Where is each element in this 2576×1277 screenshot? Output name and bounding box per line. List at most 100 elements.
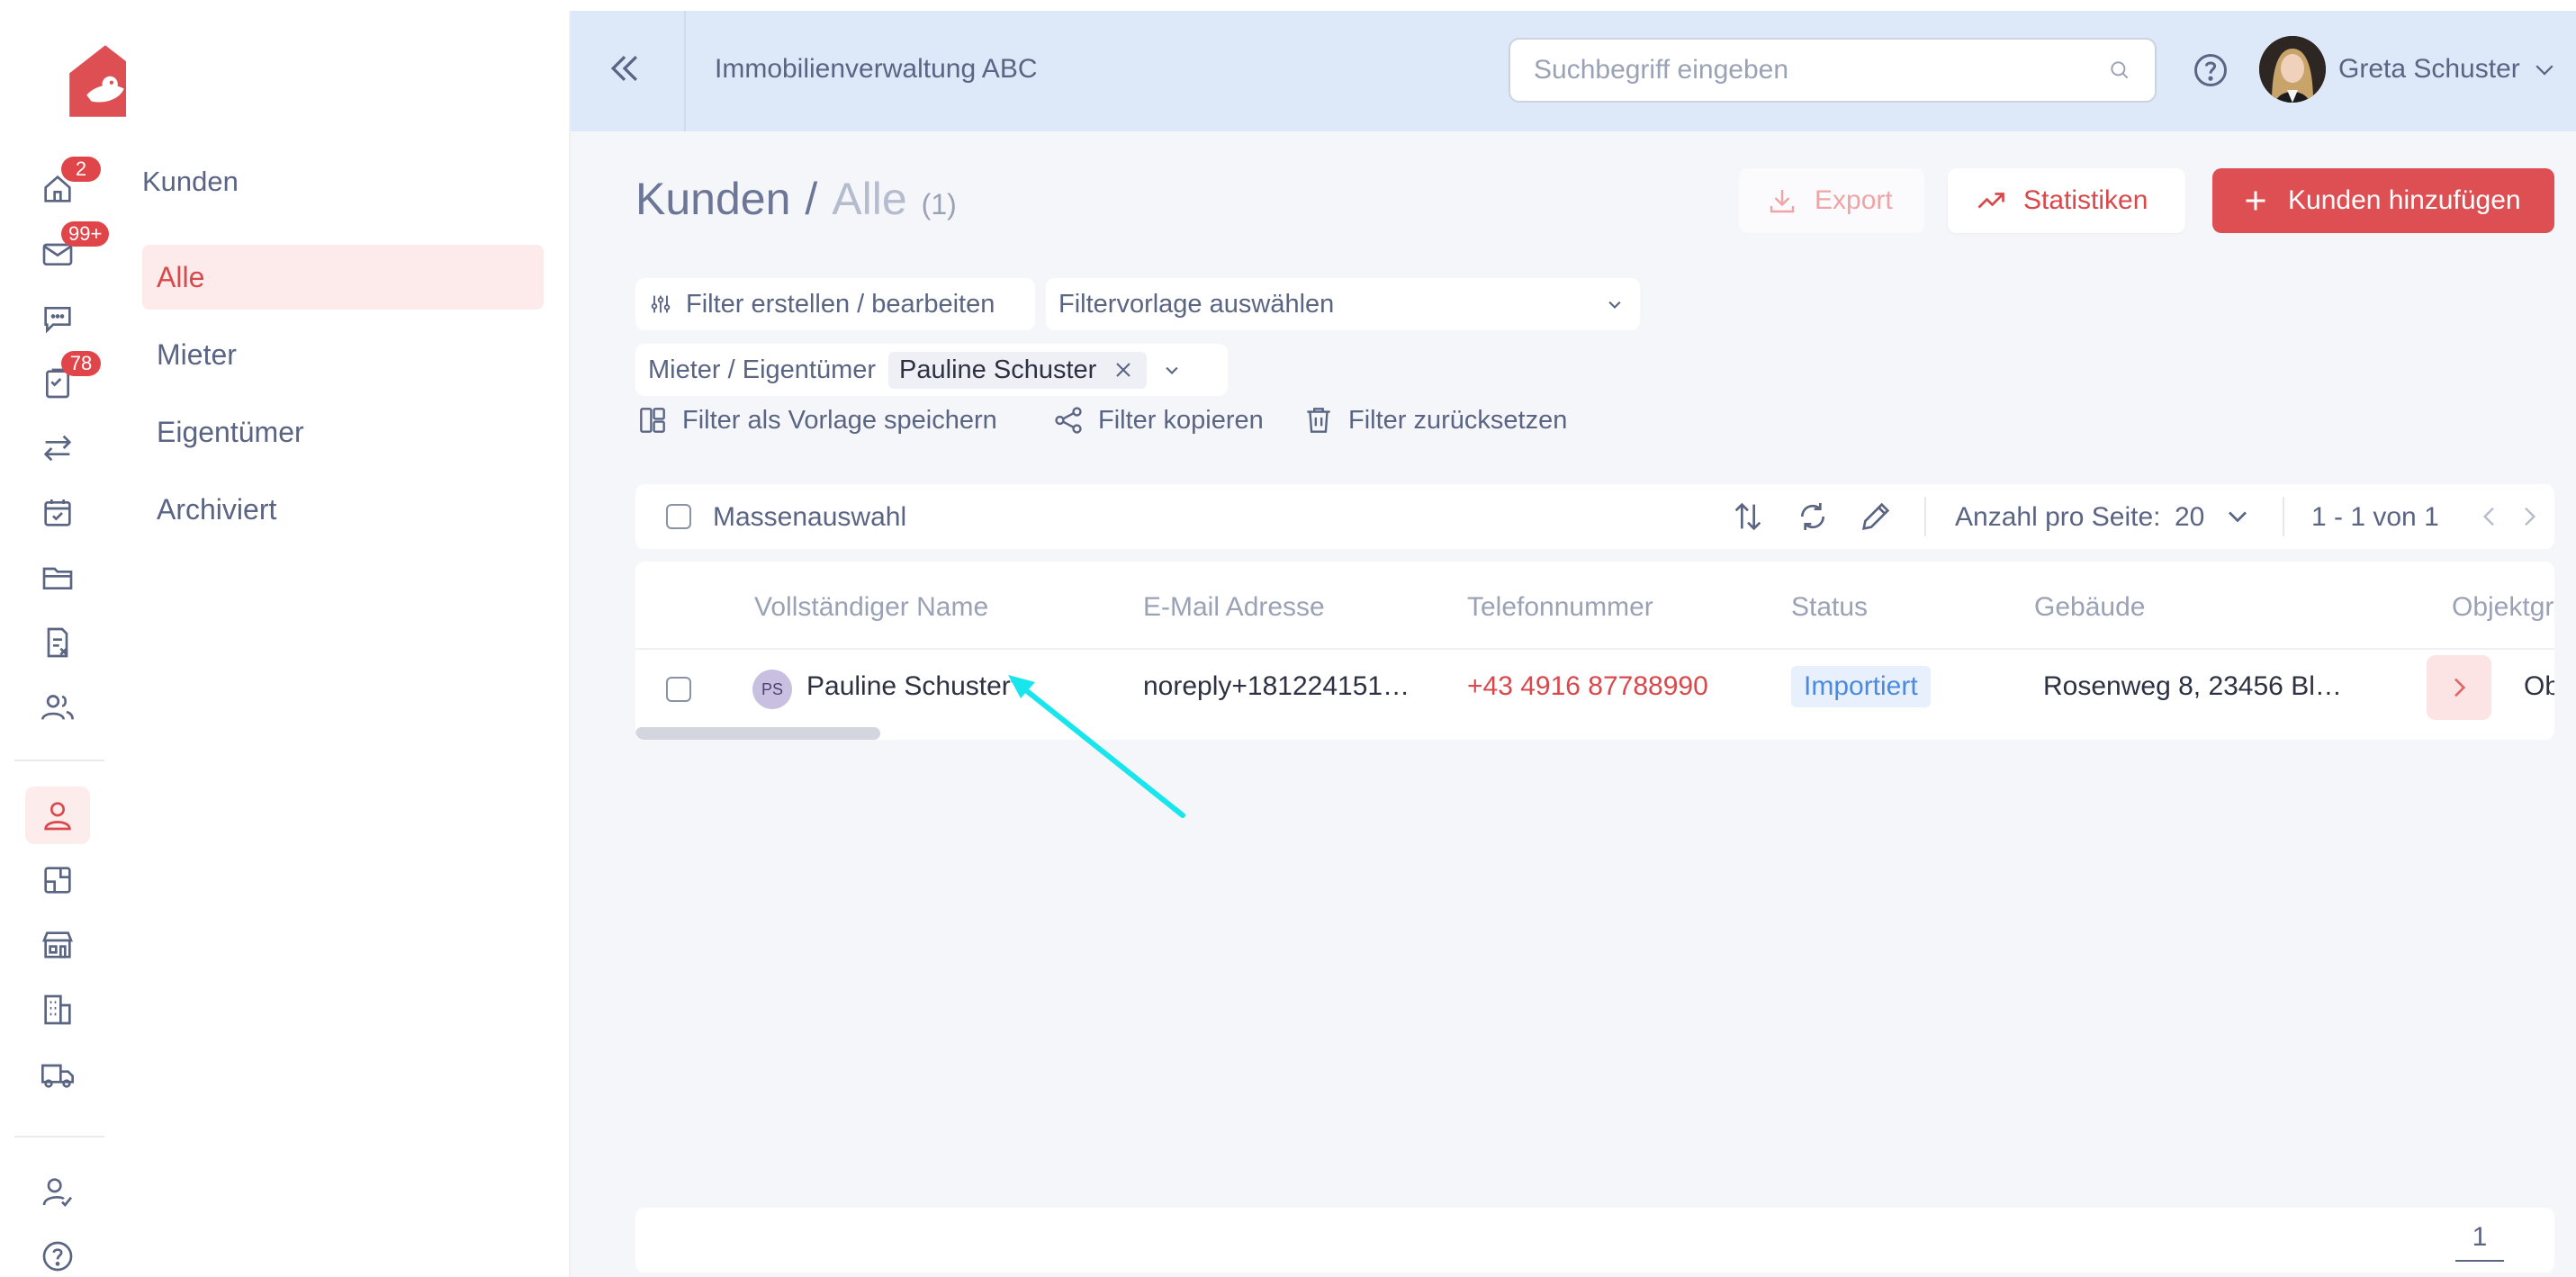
horizontal-scrollbar[interactable] [635,727,880,740]
rail-calendar[interactable] [25,484,90,542]
rail-documents[interactable] [25,549,90,607]
page-title-separator: / [805,174,818,224]
download-icon [1770,190,1795,213]
close-icon[interactable] [1111,357,1136,382]
chevron-down-icon [1608,301,1621,309]
help-icon [42,1241,73,1272]
rail-commercial[interactable] [25,916,90,974]
edit-icon[interactable] [1858,499,1894,535]
subnav-item-owners[interactable]: Eigentümer [142,400,544,464]
rail-units[interactable] [25,851,90,909]
user-photo [2259,36,2326,103]
customers-subnav: Kunden Alle Mieter Eigentümer Archiviert [126,11,571,1277]
invoice-icon [47,627,68,658]
avatar: PS [752,670,792,709]
per-page-value[interactable]: 20 [2175,502,2204,533]
rail-user-management[interactable] [25,1163,90,1220]
help-icon[interactable] [2191,50,2230,90]
trash-icon [1307,408,1330,433]
copy-filter-button[interactable]: Filter kopieren [1051,403,1264,437]
rail-help[interactable] [25,1228,90,1277]
organization-name[interactable]: Immobilienverwaltung ABC [715,54,1038,85]
subnav-item-all[interactable]: Alle [142,245,544,310]
statistics-label: Statistiken [2023,185,2148,215]
user-name[interactable]: Greta Schuster [2338,54,2520,85]
filter-template-label: Filtervorlage auswählen [1058,289,1335,319]
edit-filter-button[interactable]: Filter erstellen / bearbeiten [635,278,1035,330]
chevron-right-icon[interactable] [2515,502,2544,531]
filter-template-select[interactable]: Filtervorlage auswählen [1046,278,1640,330]
rail-suppliers[interactable] [25,1046,90,1103]
user-avatar[interactable] [2259,36,2326,103]
rail-mail[interactable]: 99+ [25,221,110,283]
subnav-item-archived[interactable]: Archiviert [142,477,544,542]
chevron-right-icon [2454,678,2466,697]
subnav-title: Kunden [142,166,239,197]
current-page-input[interactable]: 1 [2455,1222,2504,1262]
global-search[interactable] [1509,38,2157,103]
save-filter-label: Filter als Vorlage speichern [682,405,997,435]
page-title-main[interactable]: Kunden [635,173,790,225]
customer-building: Rosenweg 8, 23456 Bl… [2043,671,2342,701]
select-all-checkbox[interactable] [666,504,691,529]
column-header-name[interactable]: Vollständiger Name [754,592,988,623]
column-header-object-group[interactable]: Objektgr [2452,592,2553,623]
collapse-sidebar-icon[interactable] [605,49,644,88]
reset-filter-label: Filter zurücksetzen [1348,405,1568,435]
status-badge: Importiert [1791,666,1931,707]
rail-home[interactable]: 2 [25,157,101,218]
chevron-down-icon[interactable] [2221,500,2254,533]
rail-chat[interactable] [25,290,90,347]
chevron-down-icon[interactable] [1159,357,1184,382]
rail-divider [14,760,104,761]
pagination-range: 1 - 1 von 1 [2311,502,2439,532]
filter-value-tag: Pauline Schuster [888,351,1148,389]
chevron-down-icon[interactable] [2531,56,2558,83]
customer-phone[interactable]: +43 4916 87788990 [1467,671,1708,702]
rail-contacts[interactable] [25,679,90,736]
column-header-building[interactable]: Gebäude [2034,592,2145,623]
rail-invoices[interactable] [25,614,90,671]
customers-table: Vollständiger Name E-Mail Adresse Telefo… [635,562,2554,740]
floorplan-icon [44,867,71,894]
rail-tasks[interactable]: 78 [25,351,101,412]
building-icon [44,994,71,1025]
export-label: Export [1815,185,1893,215]
save-filter-template-button[interactable]: Filter als Vorlage speichern [635,403,997,437]
rail-customers[interactable] [25,787,90,844]
toolbar-divider [1924,497,1926,536]
column-header-status[interactable]: Status [1791,592,1868,623]
sliders-icon [651,295,671,313]
trending-up-icon [1977,193,2004,209]
export-button[interactable]: Export [1739,168,1924,233]
chevron-left-icon[interactable] [2475,502,2504,531]
truck-icon [41,1064,74,1088]
bulk-select-label[interactable]: Massenauswahl [713,502,906,533]
rail-buildings[interactable] [25,981,90,1039]
table-divider [635,648,2554,650]
column-header-email[interactable]: E-Mail Adresse [1143,592,1325,623]
sort-icon[interactable] [1730,499,1766,535]
open-row-button[interactable] [2427,655,2491,720]
customer-name[interactable]: Pauline Schuster [806,671,1011,702]
reset-filter-button[interactable]: Filter zurücksetzen [1302,403,1567,437]
plus-icon [2246,191,2265,211]
add-customer-button[interactable]: Kunden hinzufügen [2212,168,2554,233]
statistics-button[interactable]: Statistiken [1948,168,2185,233]
search-input[interactable] [1534,55,2108,85]
search-icon[interactable] [2108,58,2131,82]
top-bar: Immobilienverwaltung ABC Greta Schuster [571,11,2576,131]
record-count: (1) [921,188,957,220]
active-filter-tenant-owner[interactable]: Mieter / Eigentümer Pauline Schuster [635,344,1228,396]
transfer-icon [43,435,72,462]
user-icon [44,802,71,831]
topbar-divider [684,11,686,131]
notification-badge: 78 [61,351,101,376]
subnav-item-tenants[interactable]: Mieter [142,322,544,387]
column-header-phone[interactable]: Telefonnummer [1467,592,1653,623]
edit-filter-label: Filter erstellen / bearbeiten [686,289,995,319]
refresh-icon[interactable] [1795,499,1831,535]
row-checkbox[interactable] [666,677,691,702]
notification-badge: 2 [61,157,101,182]
rail-transfer[interactable] [25,419,90,477]
